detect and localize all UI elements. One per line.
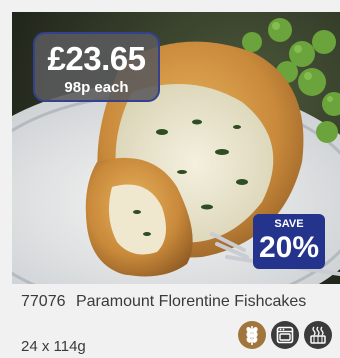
price-value: £23.65 — [47, 40, 146, 77]
save-badge: SAVE 20% — [253, 214, 325, 269]
oven-icon — [271, 321, 299, 349]
unit-price: 98p each — [64, 79, 129, 96]
product-code: 77076 — [21, 293, 66, 310]
save-label: SAVE — [274, 218, 304, 230]
price-badge: £23.65 98p each — [33, 32, 160, 102]
pack-size: 24 x 114g — [21, 338, 86, 355]
product-info: 77076 Paramount Florentine Fishcakes — [21, 293, 331, 311]
product-name[interactable]: Paramount Florentine Fishcakes — [76, 293, 306, 310]
product-card[interactable]: £23.65 98p each SAVE 20% 77076 Paramount… — [0, 0, 340, 358]
product-attribute-icons — [238, 321, 332, 351]
fryer-icon — [304, 321, 332, 349]
vegetarian-wheat-icon — [238, 321, 266, 349]
save-percentage: 20% — [258, 231, 320, 264]
